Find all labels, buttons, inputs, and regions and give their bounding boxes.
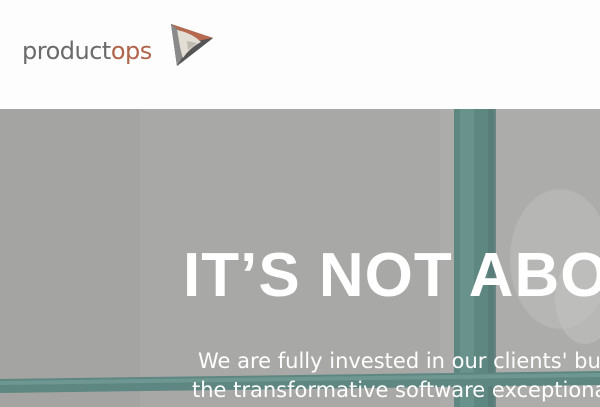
hero-subtitle-line-2: the transformative software exceptiona xyxy=(192,378,600,402)
logo-word-product: product xyxy=(22,37,111,65)
hero-banner: IT’S NOT ABOU We are fully invested in o… xyxy=(0,109,600,407)
logo-word-ops: ops xyxy=(110,37,152,65)
triangle-logo-mark-icon xyxy=(171,24,213,66)
hero-subtitle-line-1: We are fully invested in our clients' bu… xyxy=(198,349,600,373)
site-header: productops xyxy=(0,0,600,109)
productops-logo[interactable]: productops xyxy=(22,22,222,70)
hero-title: IT’S NOT ABOU xyxy=(183,241,600,310)
logo-wordmark: productops xyxy=(22,37,152,65)
